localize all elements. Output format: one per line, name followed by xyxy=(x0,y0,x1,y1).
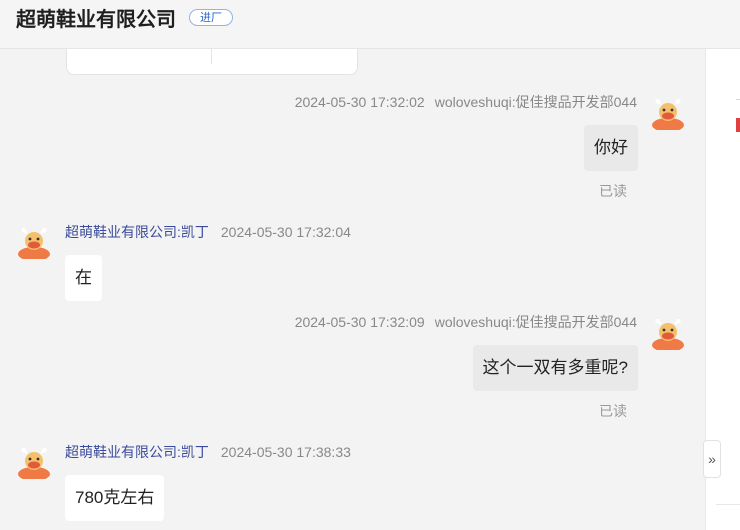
message-meta: 2024-05-30 17:32:02 woloveshuqi:促佳搜品开发部04… xyxy=(295,93,637,111)
message-bubble[interactable]: 你好 xyxy=(584,125,638,171)
panel-divider xyxy=(736,99,740,100)
bull-avatar-icon[interactable] xyxy=(650,94,686,130)
bull-avatar-icon[interactable] xyxy=(16,223,52,259)
status-badge[interactable]: 进厂 xyxy=(189,9,233,26)
message-time: 2024-05-30 17:32:09 xyxy=(294,314,425,330)
sender-name[interactable]: 超萌鞋业有限公司:凯丁 xyxy=(65,224,209,240)
message-bubble[interactable]: 780克左右 xyxy=(65,475,165,521)
card-divider xyxy=(211,49,212,64)
bull-avatar-icon[interactable] xyxy=(650,314,686,350)
message-time: 2024-05-30 17:32:02 xyxy=(294,94,425,110)
message-bubble[interactable]: 这个一双有多重呢? xyxy=(472,345,638,391)
bull-avatar-icon[interactable] xyxy=(16,443,52,479)
read-status: 已读 xyxy=(599,183,627,199)
message-meta: 2024-05-30 17:32:09 woloveshuqi:促佳搜品开发部04… xyxy=(295,313,637,331)
message-list[interactable]: 2024-05-30 17:32:02 woloveshuqi:促佳搜品开发部04… xyxy=(0,49,705,530)
sender-name[interactable]: 超萌鞋业有限公司:凯丁 xyxy=(65,444,209,460)
company-title: 超萌鞋业有限公司 xyxy=(16,9,176,31)
message-meta: 超萌鞋业有限公司:凯丁 2024-05-30 17:32:04 xyxy=(65,223,351,241)
panel-divider xyxy=(716,504,740,505)
chat-header: 超萌鞋业有限公司 进厂 xyxy=(0,0,740,49)
read-status: 已读 xyxy=(599,403,627,419)
message-meta: 超萌鞋业有限公司:凯丁 2024-05-30 17:38:33 xyxy=(65,443,351,461)
message-time: 2024-05-30 17:32:04 xyxy=(220,224,351,240)
message-bubble[interactable]: 在 xyxy=(65,255,102,301)
sender-name[interactable]: woloveshuqi:促佳搜品开发部044 xyxy=(435,94,637,110)
notification-marker xyxy=(736,118,740,132)
double-chevron-right-icon[interactable]: » xyxy=(703,440,721,478)
previous-message-card xyxy=(66,49,358,75)
message-time: 2024-05-30 17:38:33 xyxy=(220,444,351,460)
sender-name[interactable]: woloveshuqi:促佳搜品开发部044 xyxy=(435,314,637,330)
